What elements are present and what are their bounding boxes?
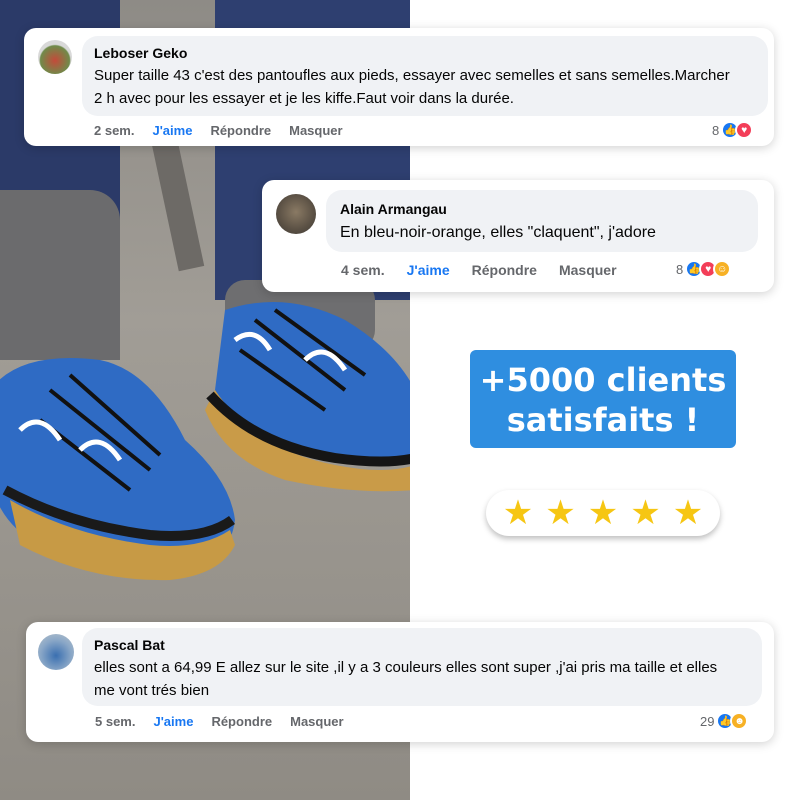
- reaction-summary[interactable]: 8 👍 ♥ ☺: [676, 260, 732, 278]
- comment-text: elles sont a 64,99 E allez sur le site ,…: [94, 659, 718, 699]
- love-icon: ♥: [735, 121, 754, 139]
- star-icon: ★: [502, 494, 534, 532]
- avatar[interactable]: [38, 40, 72, 74]
- hide-button[interactable]: Masquer: [559, 262, 617, 278]
- reply-button[interactable]: Répondre: [210, 123, 271, 138]
- laugh-icon: ☻: [730, 712, 749, 730]
- star-icon: ★: [630, 494, 661, 532]
- like-button[interactable]: J'aime: [407, 262, 450, 278]
- reaction-summary[interactable]: 8 👍 ♥: [712, 121, 754, 139]
- comment-actions: 4 sem. J'aime Répondre Masquer: [341, 262, 635, 278]
- hide-button[interactable]: Masquer: [290, 714, 343, 729]
- star-icon: ★: [545, 494, 576, 532]
- shoe-right: [205, 302, 410, 492]
- avatar[interactable]: [38, 634, 74, 670]
- comment-card-1: Leboser Geko Super taille 43 c'est des p…: [24, 28, 774, 146]
- comment-bubble: Pascal Bat elles sont a 64,99 E allez su…: [82, 628, 762, 706]
- care-icon: ☺: [713, 260, 732, 278]
- reaction-count: 29: [700, 713, 715, 729]
- star-icon: ★: [587, 494, 619, 532]
- star-icon: ★: [672, 494, 704, 532]
- comment-card-3: Pascal Bat elles sont a 64,99 E allez su…: [26, 622, 774, 742]
- comment-timestamp[interactable]: 4 sem.: [341, 262, 385, 278]
- reply-button[interactable]: Répondre: [472, 262, 537, 278]
- comment-bubble: Leboser Geko Super taille 43 c'est des p…: [82, 36, 768, 116]
- comment-actions: 2 sem. J'aime Répondre Masquer: [94, 123, 361, 138]
- comment-bubble: Alain Armangau En bleu-noir-orange, elle…: [326, 190, 758, 252]
- comment-actions: 5 sem. J'aime Répondre Masquer: [95, 714, 362, 729]
- reply-button[interactable]: Répondre: [211, 714, 272, 729]
- reaction-summary[interactable]: 29 👍 ☻: [700, 712, 749, 730]
- star-rating: ★ ★ ★ ★ ★: [486, 490, 720, 536]
- like-button[interactable]: J'aime: [152, 123, 192, 138]
- reaction-count: 8: [712, 122, 720, 138]
- comment-text: En bleu-noir-orange, elles "claquent", j…: [340, 224, 656, 241]
- avatar[interactable]: [276, 194, 316, 234]
- comment-card-2: Alain Armangau En bleu-noir-orange, elle…: [262, 180, 774, 292]
- hide-button[interactable]: Masquer: [289, 123, 342, 138]
- chair-leg: [151, 138, 205, 272]
- comment-timestamp[interactable]: 5 sem.: [95, 714, 135, 729]
- comment-text: Super taille 43 c'est des pantoufles aux…: [94, 67, 730, 107]
- reaction-count: 8: [676, 261, 684, 277]
- badge-line-1: +5000 clients: [479, 361, 727, 399]
- comment-author[interactable]: Alain Armangau: [340, 201, 447, 217]
- comment-author[interactable]: Leboser Geko: [94, 45, 187, 61]
- like-button[interactable]: J'aime: [153, 714, 193, 729]
- comment-timestamp[interactable]: 2 sem.: [94, 123, 134, 138]
- satisfied-clients-badge: +5000 clients satisfaits !: [470, 350, 736, 448]
- badge-line-2: satisfaits !: [506, 401, 700, 439]
- comment-author[interactable]: Pascal Bat: [94, 637, 165, 653]
